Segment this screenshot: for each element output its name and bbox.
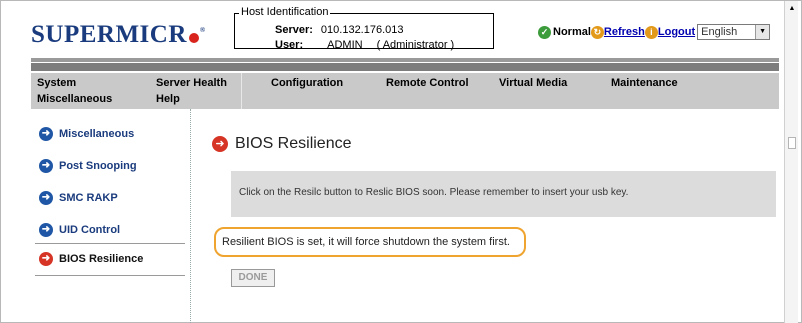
refresh-icon[interactable]: ↻ [590,25,604,39]
user-role: ( Administrator ) [376,39,455,51]
nav-system[interactable]: System [37,77,76,89]
arrow-right-icon: ➜ [39,252,53,266]
arrow-right-icon: ➜ [39,159,53,173]
language-select[interactable]: English ▼ [697,24,771,40]
sidebar-item-post-snooping[interactable]: ➜ Post Snooping [39,159,137,173]
sidebar-item-uid-control[interactable]: ➜ UID Control [39,223,120,237]
main-content: ➜ BIOS Resilience Click on the Resilc bu… [206,109,786,323]
arrow-right-icon: ➜ [39,191,53,205]
sidebar-item-label: UID Control [59,224,121,236]
nav-miscellaneous[interactable]: Miscellaneous [37,93,112,105]
highlighted-message: Resilient BIOS is set, it will force shu… [214,227,526,257]
host-identification-title: Host Identification [239,6,331,18]
scroll-thumb[interactable] [788,137,796,149]
sidebar-item-bios-resilience[interactable]: ➜ BIOS Resilience [39,252,143,266]
sidebar: ➜ Miscellaneous ➜ Post Snooping ➜ SMC RA… [31,109,191,323]
sidebar-item-miscellaneous[interactable]: ➜ Miscellaneous [39,127,134,141]
nav-maintenance[interactable]: Maintenance [611,77,678,89]
chevron-down-icon[interactable]: ▼ [755,25,770,39]
arrow-right-icon: ➜ [39,223,53,237]
language-value: English [701,26,738,38]
page-title-text: BIOS Resilience [235,135,352,152]
nav-virtual-media[interactable]: Virtual Media [499,77,567,89]
header-stripe-dark [31,63,779,71]
sidebar-divider [35,275,185,276]
info-box: Click on the Resilc button to Reslic BIO… [231,171,776,217]
server-label: Server: [275,24,313,36]
supermicro-logo: SUPERMICR ® [31,21,206,49]
refresh-link[interactable]: Refresh [604,26,645,38]
sidebar-divider [35,243,185,244]
message-text: Resilient BIOS is set, it will force shu… [222,236,510,248]
info-text: Click on the Resilc button to Reslic BIO… [239,187,629,198]
logout-link[interactable]: Logout [658,26,695,38]
main-nav: System Server Health Configuration Remot… [31,73,779,109]
sidebar-item-label: SMC RAKP [59,192,118,204]
logo-text: SUPERMICR [31,21,187,48]
done-button[interactable]: DONE [231,269,275,287]
normal-status: Normal [553,26,591,38]
sidebar-item-label: Post Snooping [59,160,137,172]
arrow-right-icon: ➜ [39,127,53,141]
page-title: ➜ BIOS Resilience [212,135,352,153]
user-value: ADMIN [327,39,363,51]
nav-configuration[interactable]: Configuration [271,77,343,89]
user-row: User: ADMIN ( Administrator ) [275,39,454,51]
logout-icon[interactable]: i [644,25,658,39]
vertical-scrollbar[interactable]: ▲ [784,1,798,323]
user-label: User: [275,39,304,51]
server-value: 010.132.176.013 [320,24,404,36]
server-row: Server: 010.132.176.013 [275,24,404,36]
sidebar-item-label: Miscellaneous [59,128,135,140]
page: SUPERMICR ® Host Identification Server: 01… [0,0,802,323]
sidebar-item-smc-rakp[interactable]: ➜ SMC RAKP [39,191,118,205]
host-identification-box: Host Identification Server: 010.132.176.0… [234,6,494,51]
logo-registered-mark: ® [199,26,206,34]
nav-separator [241,73,242,109]
header-stripe-light [31,58,779,62]
sidebar-item-label: BIOS Resilience [59,253,144,265]
status-bar: ✓ Normal ↻ Refresh i Logout English ▼ [538,24,771,40]
arrow-right-icon: ➜ [212,136,228,152]
check-icon: ✓ [538,25,551,39]
nav-help[interactable]: Help [156,93,180,105]
nav-remote-control[interactable]: Remote Control [386,77,469,89]
logo-dot-icon [188,33,199,43]
nav-server-health[interactable]: Server Health [156,77,227,89]
scroll-up-icon[interactable]: ▲ [786,3,798,15]
